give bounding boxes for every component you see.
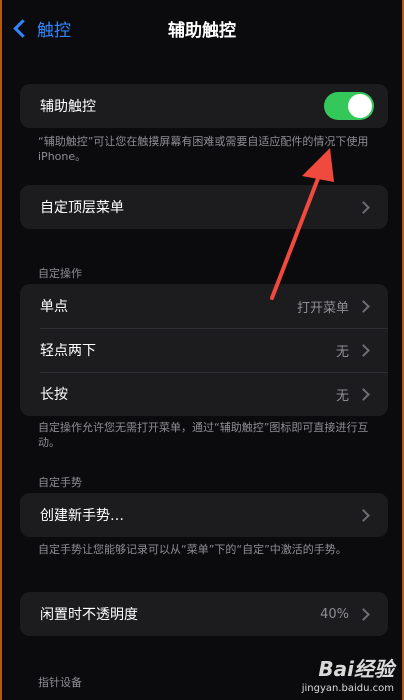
custom-gestures-group: 创建新手势… (20, 493, 388, 537)
frame-edge-left (0, 0, 2, 700)
screen: 触控 辅助触控 辅助触控 “辅助触控”可让您在触摸屏幕有困难或需要自适应配件的情… (0, 0, 404, 700)
custom-actions-header: 自定操作 (38, 267, 82, 280)
single-tap-value: 打开菜单 (296, 300, 349, 316)
chevron-right-icon (357, 200, 370, 214)
chevron-right-icon (357, 508, 370, 522)
chevron-right-icon (357, 387, 370, 401)
pointer-devices-header: 指针设备 (38, 676, 82, 689)
double-tap-label: 轻点两下 (40, 343, 96, 359)
navigation-bar: 触控 辅助触控 (0, 0, 404, 56)
toggle-knob (348, 94, 372, 118)
chevron-right-icon (357, 343, 370, 357)
double-tap-value: 无 (335, 344, 349, 360)
custom-gestures-description: 自定手势让您能够记录可以从“菜单”下的“自定”中激活的手势。 (38, 543, 347, 556)
custom-gestures-header: 自定手势 (38, 476, 82, 489)
chevron-right-icon (357, 607, 370, 621)
single-tap-label: 单点 (40, 299, 68, 315)
watermark-brand: Bai经验 (318, 657, 394, 681)
assistive-touch-description: “辅助触控”可让您在触摸屏幕有困难或需要自适应配件的情况下使用iPhone。 (38, 135, 369, 163)
assistive-touch-toggle[interactable] (324, 92, 374, 120)
create-gesture-label: 创建新手势… (40, 508, 124, 524)
long-press-value: 无 (335, 388, 349, 404)
custom-actions-group: 单点 打开菜单 轻点两下 无 长按 无 (20, 284, 388, 416)
long-press-label: 长按 (40, 387, 68, 403)
idle-opacity-value: 40% (320, 606, 349, 622)
assistive-touch-label: 辅助触控 (40, 99, 96, 115)
idle-opacity-group: 闲置时不透明度 40% (20, 592, 388, 636)
customize-top-menu-label: 自定顶层菜单 (40, 200, 124, 216)
watermark-site: jingyan.baidu.com (301, 683, 394, 694)
idle-opacity-label: 闲置时不透明度 (40, 607, 138, 623)
chevron-right-icon (357, 299, 370, 313)
idle-opacity-row[interactable]: 闲置时不透明度 40% (20, 592, 388, 636)
assistive-touch-group: 辅助触控 (20, 84, 388, 128)
top-menu-group: 自定顶层菜单 (20, 185, 388, 229)
custom-actions-description: 自定操作允许您无需打开菜单，通过“辅助触控”图标即可直接进行互动。 (38, 421, 369, 449)
long-press-row[interactable]: 长按 无 (20, 372, 388, 416)
double-tap-row[interactable]: 轻点两下 无 (20, 328, 388, 372)
single-tap-row[interactable]: 单点 打开菜单 (20, 284, 388, 328)
assistive-touch-row: 辅助触控 (20, 84, 388, 128)
create-gesture-row[interactable]: 创建新手势… (20, 493, 388, 537)
customize-top-menu-row[interactable]: 自定顶层菜单 (20, 185, 388, 229)
page-title: 辅助触控 (168, 21, 236, 41)
watermark: Bai经验 jingyan.baidu.com (302, 653, 394, 694)
watermark-logo: Bai经验 (302, 653, 394, 682)
